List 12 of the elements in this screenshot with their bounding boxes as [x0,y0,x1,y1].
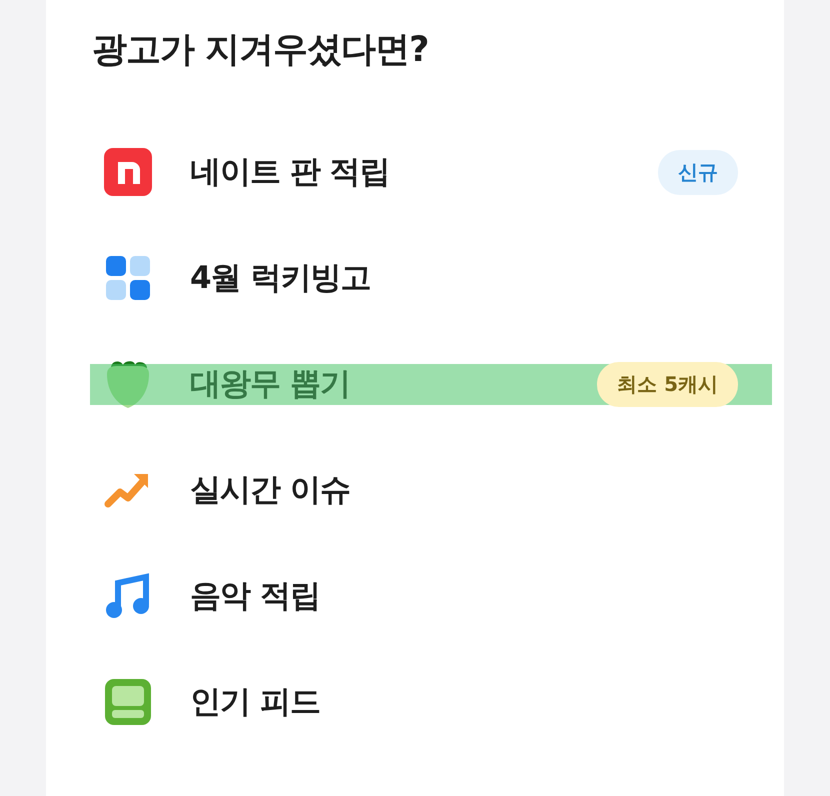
menu-item[interactable]: 실시간 이슈 [190,469,738,511]
tag: 최소 5캐시 [597,362,738,406]
n-logo-icon [104,148,152,196]
tag: 신규 [658,150,738,194]
feed-icon [105,679,151,725]
menu-item[interactable]: 인기 피드 [190,681,738,723]
grid-icon [106,256,150,300]
menu-item[interactable]: 음악 적립 [190,575,738,617]
menu-item[interactable]: 네이트 판 적립 [190,151,658,193]
section-title: 광고가 지겨우셨다면? [92,29,430,72]
music-note-icon [106,573,150,619]
menu-item[interactable]: 4월 럭키빙고 [190,257,738,299]
